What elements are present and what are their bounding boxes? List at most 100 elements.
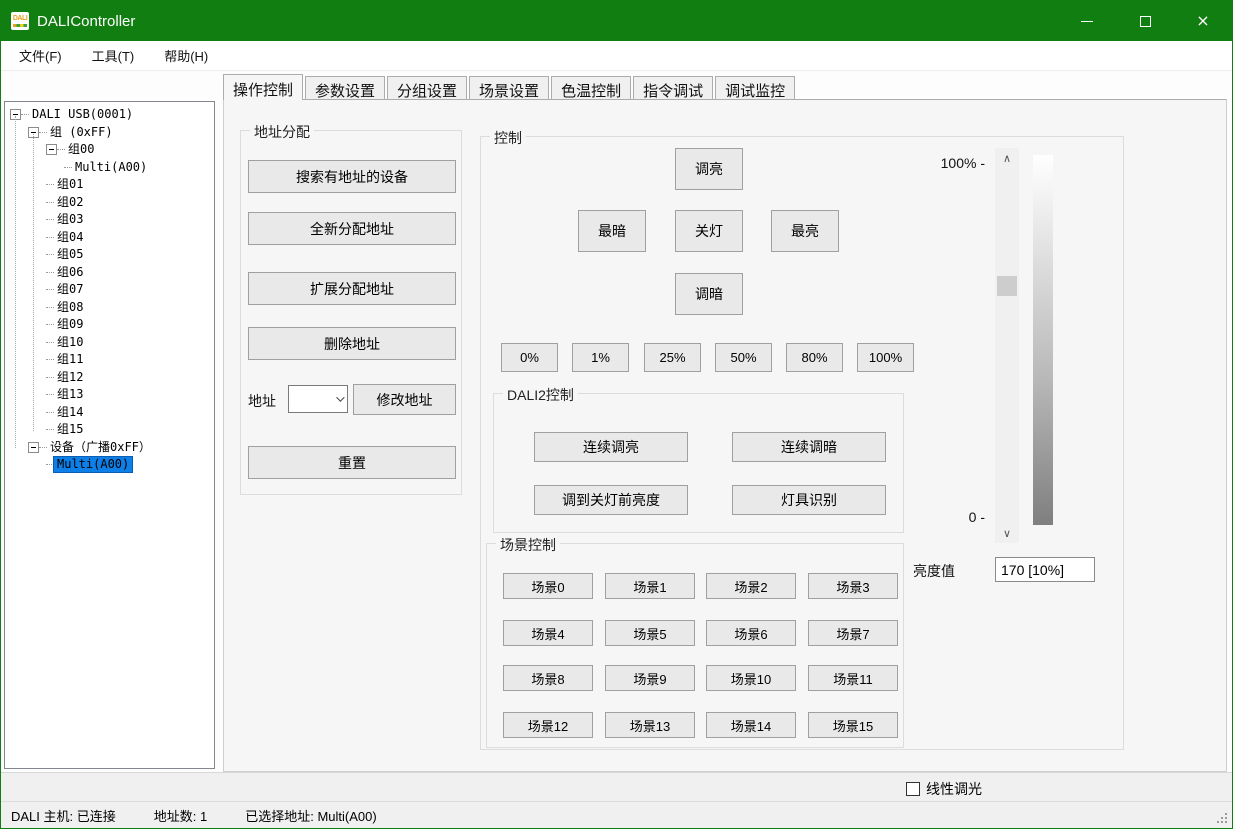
lamp-identify-button[interactable]: 灯具识别 [732,485,886,515]
resize-grip[interactable] [1217,813,1227,823]
tab-operation-control[interactable]: 操作控制 [223,74,303,100]
continuous-dim-down-button[interactable]: 连续调暗 [732,432,886,462]
percent-80-button[interactable]: 80% [786,343,843,372]
status-host-connection: DALI 主机: 已连接 [11,806,116,825]
tree-item-devices-broadcast[interactable]: 设备（广播0xFF） [5,439,214,457]
scroll-down-icon[interactable]: ∨ [995,523,1019,543]
min-brightness-button[interactable]: 最暗 [578,210,646,252]
tree-item-group13[interactable]: 组13 [5,386,214,404]
minimize-button[interactable] [1058,1,1116,41]
percent-25-button[interactable]: 25% [644,343,701,372]
scene-7-button[interactable]: 场景7 [808,620,898,646]
address-allocation-title: 地址分配 [250,122,314,142]
tab-scene-settings[interactable]: 场景设置 [469,76,549,100]
menu-bar: 文件(F) 工具(T) 帮助(H) [1,41,1232,71]
continuous-dim-up-button[interactable]: 连续调亮 [534,432,688,462]
tree-item-group06[interactable]: 组06 [5,264,214,282]
scene-10-button[interactable]: 场景10 [706,665,796,691]
app-icon: DALI [11,12,29,30]
scene-6-button[interactable]: 场景6 [706,620,796,646]
tree-item-group07[interactable]: 组07 [5,281,214,299]
percent-100-button[interactable]: 100% [857,343,914,372]
scene-4-button[interactable]: 场景4 [503,620,593,646]
tab-color-temp-control[interactable]: 色温控制 [551,76,631,100]
tree-item-multi-a00[interactable]: Multi(A00) [5,159,214,177]
tree-item-group12[interactable]: 组12 [5,369,214,387]
tree-item-group02[interactable]: 组02 [5,194,214,212]
extend-assign-addresses-button[interactable]: 扩展分配地址 [248,272,456,305]
percent-1-button[interactable]: 1% [572,343,629,372]
dim-down-button[interactable]: 调暗 [675,273,743,315]
linear-dimming-checkbox[interactable] [906,782,920,796]
dali2-control-group: DALI2控制 连续调亮 连续调暗 调到关灯前亮度 灯具识别 [493,393,904,533]
tree-item-multi-a00-selected[interactable]: Multi(A00) [5,456,214,474]
brightness-value-box[interactable]: 170 [10%] [995,557,1095,582]
tab-parameter-settings[interactable]: 参数设置 [305,76,385,100]
dali2-control-title: DALI2控制 [503,385,578,405]
modify-address-button[interactable]: 修改地址 [353,384,456,415]
address-label: 地址 [248,391,276,411]
close-button[interactable]: × [1174,1,1232,41]
menu-tools[interactable]: 工具(T) [80,42,147,69]
assign-new-addresses-button[interactable]: 全新分配地址 [248,212,456,245]
scene-3-button[interactable]: 场景3 [808,573,898,599]
tree-item-root[interactable]: DALI USB(0001) [5,106,214,124]
tree-item-group05[interactable]: 组05 [5,246,214,264]
collapse-icon[interactable] [28,442,39,453]
tree-item-group15[interactable]: 组15 [5,421,214,439]
tree-guide-line [15,116,16,448]
tree-item-group04[interactable]: 组04 [5,229,214,247]
address-combobox[interactable] [288,385,348,413]
scene-1-button[interactable]: 场景1 [605,573,695,599]
go-to-last-level-button[interactable]: 调到关灯前亮度 [534,485,688,515]
tab-debug-monitor[interactable]: 调试监控 [715,76,795,100]
tree-item-group14[interactable]: 组14 [5,404,214,422]
dim-up-button[interactable]: 调亮 [675,148,743,190]
menu-help[interactable]: 帮助(H) [152,42,220,69]
brightness-scrollbar[interactable]: ∧ ∨ [995,148,1019,543]
menu-file[interactable]: 文件(F) [7,42,74,69]
scene-13-button[interactable]: 场景13 [605,712,695,738]
tree-item-group01[interactable]: 组01 [5,176,214,194]
max-brightness-button[interactable]: 最亮 [771,210,839,252]
tab-grouping-settings[interactable]: 分组设置 [387,76,467,100]
search-addressed-devices-button[interactable]: 搜索有地址的设备 [248,160,456,193]
tab-command-debug[interactable]: 指令调试 [633,76,713,100]
linear-dimming-label: 线性调光 [926,779,982,799]
tree-item-group09[interactable]: 组09 [5,316,214,334]
window-controls: × [1058,1,1232,41]
scene-9-button[interactable]: 场景9 [605,665,695,691]
scene-2-button[interactable]: 场景2 [706,573,796,599]
control-group: 控制 调亮 最暗 关灯 最亮 调暗 0% 1% 25% 50% 80% 100%… [480,136,1124,750]
scrollbar-thumb[interactable] [997,276,1017,296]
percent-0-button[interactable]: 0% [501,343,558,372]
linear-dimming-option[interactable]: 线性调光 [906,779,982,799]
tree-item-group08[interactable]: 组08 [5,299,214,317]
device-tree: DALI USB(0001) 组 (0xFF) 组00 Multi(A00) 组… [4,101,215,769]
reset-button[interactable]: 重置 [248,446,456,479]
maximize-button[interactable] [1116,1,1174,41]
scene-11-button[interactable]: 场景11 [808,665,898,691]
tree-item-group11[interactable]: 组11 [5,351,214,369]
scene-14-button[interactable]: 场景14 [706,712,796,738]
percent-50-button[interactable]: 50% [715,343,772,372]
brightness-value-label: 亮度值 [913,561,955,581]
dropdown-arrow-icon [331,396,347,402]
status-bar: DALI 主机: 已连接 地址数: 1 已选择地址: Multi(A00) [1,801,1232,828]
lamp-off-button[interactable]: 关灯 [675,210,743,252]
tree-item-group-root[interactable]: 组 (0xFF) [5,124,214,142]
scene-0-button[interactable]: 场景0 [503,573,593,599]
scene-8-button[interactable]: 场景8 [503,665,593,691]
delete-address-button[interactable]: 删除地址 [248,327,456,360]
slider-min-label: 0 - [921,509,985,525]
tree-item-group10[interactable]: 组10 [5,334,214,352]
collapse-icon[interactable] [46,144,57,155]
tree-item-group00[interactable]: 组00 [5,141,214,159]
scene-12-button[interactable]: 场景12 [503,712,593,738]
scene-15-button[interactable]: 场景15 [808,712,898,738]
scene-control-title: 场景控制 [496,535,560,555]
scroll-up-icon[interactable]: ∧ [995,148,1019,168]
scene-5-button[interactable]: 场景5 [605,620,695,646]
tree-item-group03[interactable]: 组03 [5,211,214,229]
close-icon: × [1196,13,1209,29]
